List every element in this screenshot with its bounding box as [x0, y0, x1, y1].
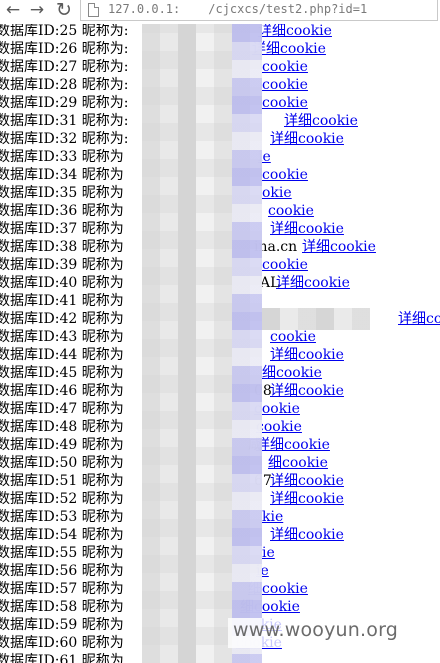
record-label: 数据库ID:52 昵称为: [0, 491, 124, 507]
record-label: 数据库ID:35 昵称为: [0, 185, 124, 201]
detail-cookie-link[interactable]: 详细cookie: [276, 274, 350, 292]
browser-toolbar: ← → ↻ 127.0.0.1: /cjcxcs/test2.php?id=1: [0, 0, 440, 24]
detail-cookie-link[interactable]: 细cookie: [268, 454, 328, 472]
detail-cookie-link[interactable]: 详细co: [398, 310, 440, 328]
record-label: 数据库ID:59 昵称为: [0, 617, 124, 633]
record-label: 数据库ID:37 昵称为: [0, 221, 124, 237]
detail-cookie-link[interactable]: 详细cookie: [270, 526, 344, 544]
detail-cookie-link[interactable]: 详细cookie: [258, 22, 332, 40]
record-label: 数据库ID:43 昵称为: [0, 329, 124, 345]
record-label: 数据库ID:29 昵称为:: [0, 95, 129, 111]
detail-cookie-link[interactable]: 详细cookie: [270, 490, 344, 508]
record-label: 数据库ID:39 昵称为: [0, 257, 124, 273]
record-label: 数据库ID:27 昵称为:: [0, 59, 129, 75]
detail-cookie-link[interactable]: cookie: [262, 256, 308, 274]
record-label: 数据库ID:61 昵称为: [0, 653, 124, 663]
detail-cookie-link[interactable]: 详细cookie: [270, 220, 344, 238]
detail-cookie-link[interactable]: cookie: [270, 328, 316, 346]
record-label: 数据库ID:45 昵称为: [0, 365, 124, 381]
record-label: 数据库ID:36 昵称为: [0, 203, 124, 219]
address-bar[interactable]: 127.0.0.1: /cjcxcs/test2.php?id=1: [80, 0, 438, 21]
record-label: 数据库ID:34 昵称为: [0, 167, 124, 183]
record-label: 数据库ID:26 昵称为:: [0, 41, 129, 57]
record-label: 数据库ID:28 昵称为:: [0, 77, 129, 93]
detail-cookie-link[interactable]: okie: [262, 184, 292, 202]
detail-cookie-link[interactable]: 详细cookie: [252, 40, 326, 58]
record-label: 数据库ID:38 昵称为: [0, 239, 124, 255]
record-label: 数据库ID:48 昵称为: [0, 419, 124, 435]
pixelation-overlay-blue: [232, 24, 262, 663]
detail-cookie-link[interactable]: 详细cookie: [270, 382, 344, 400]
detail-cookie-link[interactable]: cookie: [262, 166, 308, 184]
url-text[interactable]: 127.0.0.1: /cjcxcs/test2.php?id=1: [108, 1, 367, 17]
detail-cookie-link[interactable]: 细cookie: [262, 364, 322, 382]
detail-cookie-link[interactable]: 详细cookie: [270, 130, 344, 148]
page-icon: [88, 3, 99, 17]
record-label: 数据库ID:42 昵称为: [0, 311, 124, 327]
record-label: 数据库ID:55 昵称为: [0, 545, 124, 561]
record-label: 数据库ID:49 昵称为: [0, 437, 124, 453]
detail-cookie-link[interactable]: ie: [262, 544, 275, 562]
detail-cookie-link[interactable]: cookie: [256, 418, 302, 436]
detail-cookie-link[interactable]: 详细cookie: [302, 238, 376, 256]
detail-cookie-link[interactable]: kie: [262, 508, 283, 526]
detail-cookie-link[interactable]: 详细cookie: [270, 346, 344, 364]
pixelation-overlay-wide: [262, 308, 370, 330]
record-label: 数据库ID:32 昵称为:: [0, 131, 129, 147]
detail-cookie-link[interactable]: 详细cookie: [256, 436, 330, 454]
record-label: 数据库ID:31 昵称为:: [0, 113, 129, 129]
record-label: 数据库ID:41 昵称为: [0, 293, 124, 309]
detail-cookie-link[interactable]: cookie: [262, 94, 308, 112]
forward-arrow-icon[interactable]: →: [26, 0, 48, 22]
record-label: 数据库ID:25 昵称为:: [0, 23, 129, 39]
reload-icon[interactable]: ↻: [53, 0, 75, 22]
record-label: 数据库ID:46 昵称为: [0, 383, 124, 399]
record-label: 数据库ID:47 昵称为: [0, 401, 124, 417]
record-label: 数据库ID:57 昵称为: [0, 581, 124, 597]
record-label: 数据库ID:50 昵称为: [0, 455, 124, 471]
record-label: 数据库ID:40 昵称为: [0, 275, 124, 291]
back-arrow-icon[interactable]: ←: [2, 0, 24, 22]
record-label: 数据库ID:44 昵称为: [0, 347, 124, 363]
detail-cookie-link[interactable]: cookie: [262, 58, 308, 76]
record-label: 数据库ID:53 昵称为: [0, 509, 124, 525]
record-label: 数据库ID:51 昵称为: [0, 473, 124, 489]
record-label: 数据库ID:33 昵称为: [0, 149, 124, 165]
detail-cookie-link[interactable]: cookie: [268, 202, 314, 220]
record-label: 数据库ID:56 昵称为: [0, 563, 124, 579]
url-path: /cjcxcs/test2.php?id=1: [208, 2, 368, 16]
record-label: 数据库ID:60 昵称为: [0, 635, 124, 651]
record-label: 数据库ID:58 昵称为: [0, 599, 124, 615]
detail-cookie-link[interactable]: 详细cookie: [284, 112, 358, 130]
detail-cookie-link[interactable]: cookie: [262, 76, 308, 94]
url-host: 127.0.0.1:: [108, 2, 181, 16]
record-label: 数据库ID:54 昵称为: [0, 527, 124, 543]
detail-cookie-link[interactable]: 详细cookie: [270, 472, 344, 490]
watermark: www.wooyun.org: [233, 619, 399, 641]
